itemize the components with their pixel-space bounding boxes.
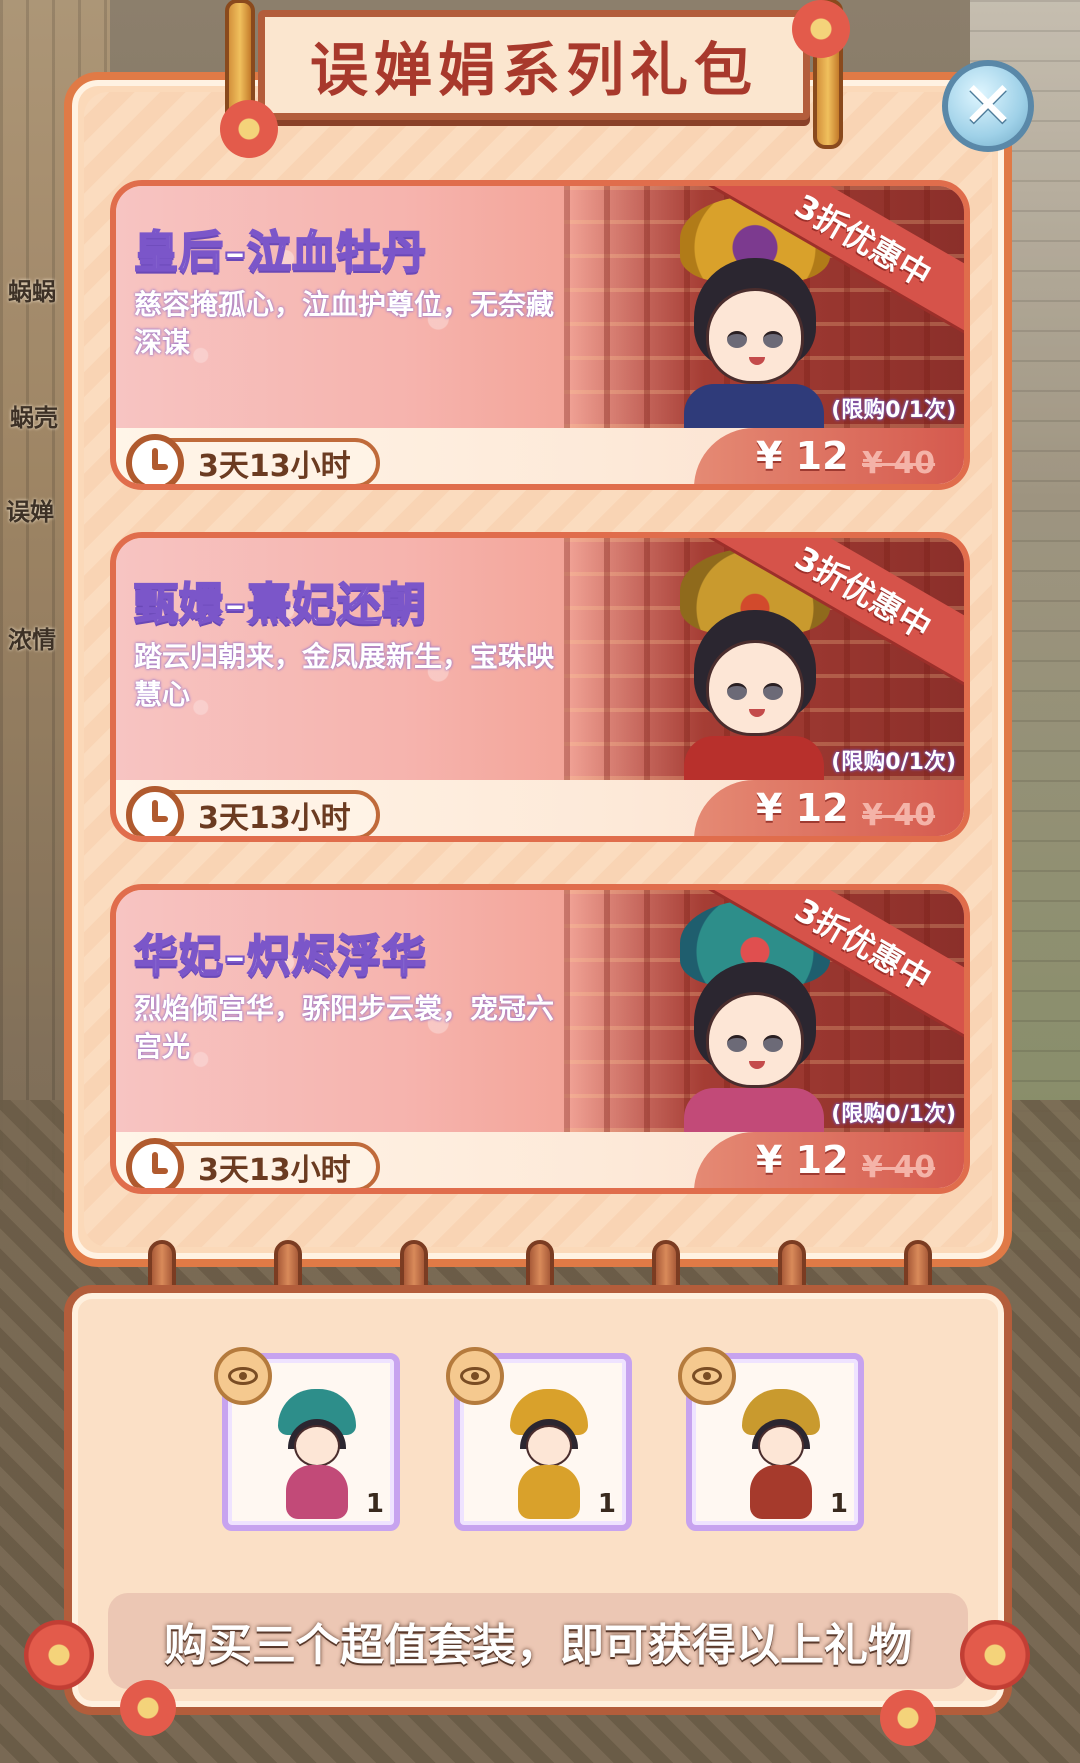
pack-description: 慈容掩孤心，泣血护尊位，无奈藏深谋 [134,288,555,359]
background-sign: 蜗壳 [10,404,58,432]
buy-button[interactable]: ¥ 12 ¥ 40 [694,780,964,836]
robe [684,1088,824,1138]
original-price: ¥ 40 [862,1150,936,1185]
bundle-reward-panel: 1 1 1 购买三个超值套装，即可获得以上礼物 [64,1285,1012,1715]
close-button[interactable]: ✕ [942,60,1034,152]
flower-decoration [120,1680,176,1736]
pack-title: 华妃–炽烬浮华 [133,930,427,983]
pack-description: 烈焰倾宫华，骄阳步云裳，宠冠六宫光 [134,992,555,1063]
purchase-limit: (限购0/1次) [831,1102,956,1127]
clock-icon [126,1138,184,1188]
character-face [706,992,804,1088]
pack-title: 甄嬛–熹妃还朝 [133,578,427,631]
reward-count: 1 [365,1489,384,1519]
current-price: ¥ 12 [756,1138,849,1182]
chibi-figure [736,1389,826,1519]
title-plaque: 误婵娟系列礼包 [225,0,843,149]
character-face [706,640,804,736]
background-sign: 蜗蜗 [8,278,56,306]
current-price: ¥ 12 [756,434,849,478]
flower-decoration [24,1620,94,1690]
page-title: 误婵娟系列礼包 [309,36,758,104]
purchase-limit: (限购0/1次) [831,750,956,775]
clock-icon [126,434,184,484]
close-icon: ✕ [961,69,1015,143]
timer-text: 3天13小时 [198,449,351,484]
reward-count: 1 [829,1489,848,1519]
pack-title: 皇后–泣血牡丹 [133,226,427,279]
chibi-figure [272,1389,362,1519]
countdown-timer: 3天13小时 [126,1138,380,1188]
background-sign: 误婵 [6,498,54,526]
clock-icon [126,786,184,836]
buy-button[interactable]: ¥ 12 ¥ 40 [694,1132,964,1188]
purchase-limit: (限购0/1次) [831,398,956,423]
buy-button[interactable]: ¥ 12 ¥ 40 [694,428,964,484]
timer-text: 3天13小时 [198,1153,351,1188]
robe [684,384,824,434]
background-sign: 浓情 [8,626,56,654]
flower-decoration [792,0,850,58]
reward-item-zhenhuan-outfit[interactable]: 1 [678,1347,864,1531]
bundle-reward-note: 购买三个超值套装，即可获得以上礼物 [108,1593,968,1689]
flower-decoration [220,100,278,158]
character-face [706,288,804,384]
robe [684,736,824,786]
flower-decoration [960,1620,1030,1690]
reward-item-empress-outfit[interactable]: 1 [446,1347,632,1531]
pack-description: 踏云归朝来，金凤展新生，宝珠映慧心 [134,640,555,711]
gift-pack-card-empress[interactable]: 皇后–泣血牡丹 慈容掩孤心，泣血护尊位，无奈藏深谋 3折优惠中 (限购0/1次)… [110,180,970,490]
gift-pack-card-huafei[interactable]: 华妃–炽烬浮华 烈焰倾宫华，骄阳步云裳，宠冠六宫光 3折优惠中 (限购0/1次)… [110,884,970,1194]
eye-icon[interactable] [678,1347,736,1405]
reward-count: 1 [597,1489,616,1519]
countdown-timer: 3天13小时 [126,434,380,484]
flower-decoration [880,1690,936,1746]
original-price: ¥ 40 [862,446,936,481]
original-price: ¥ 40 [862,798,936,833]
reward-item-huafei-outfit[interactable]: 1 [214,1347,400,1531]
current-price: ¥ 12 [756,786,849,830]
eye-icon[interactable] [214,1347,272,1405]
timer-text: 3天13小时 [198,801,351,836]
countdown-timer: 3天13小时 [126,786,380,836]
chibi-figure [504,1389,594,1519]
gift-pack-card-zhenhuan[interactable]: 甄嬛–熹妃还朝 踏云归朝来，金凤展新生，宝珠映慧心 3折优惠中 (限购0/1次)… [110,532,970,842]
eye-icon[interactable] [446,1347,504,1405]
